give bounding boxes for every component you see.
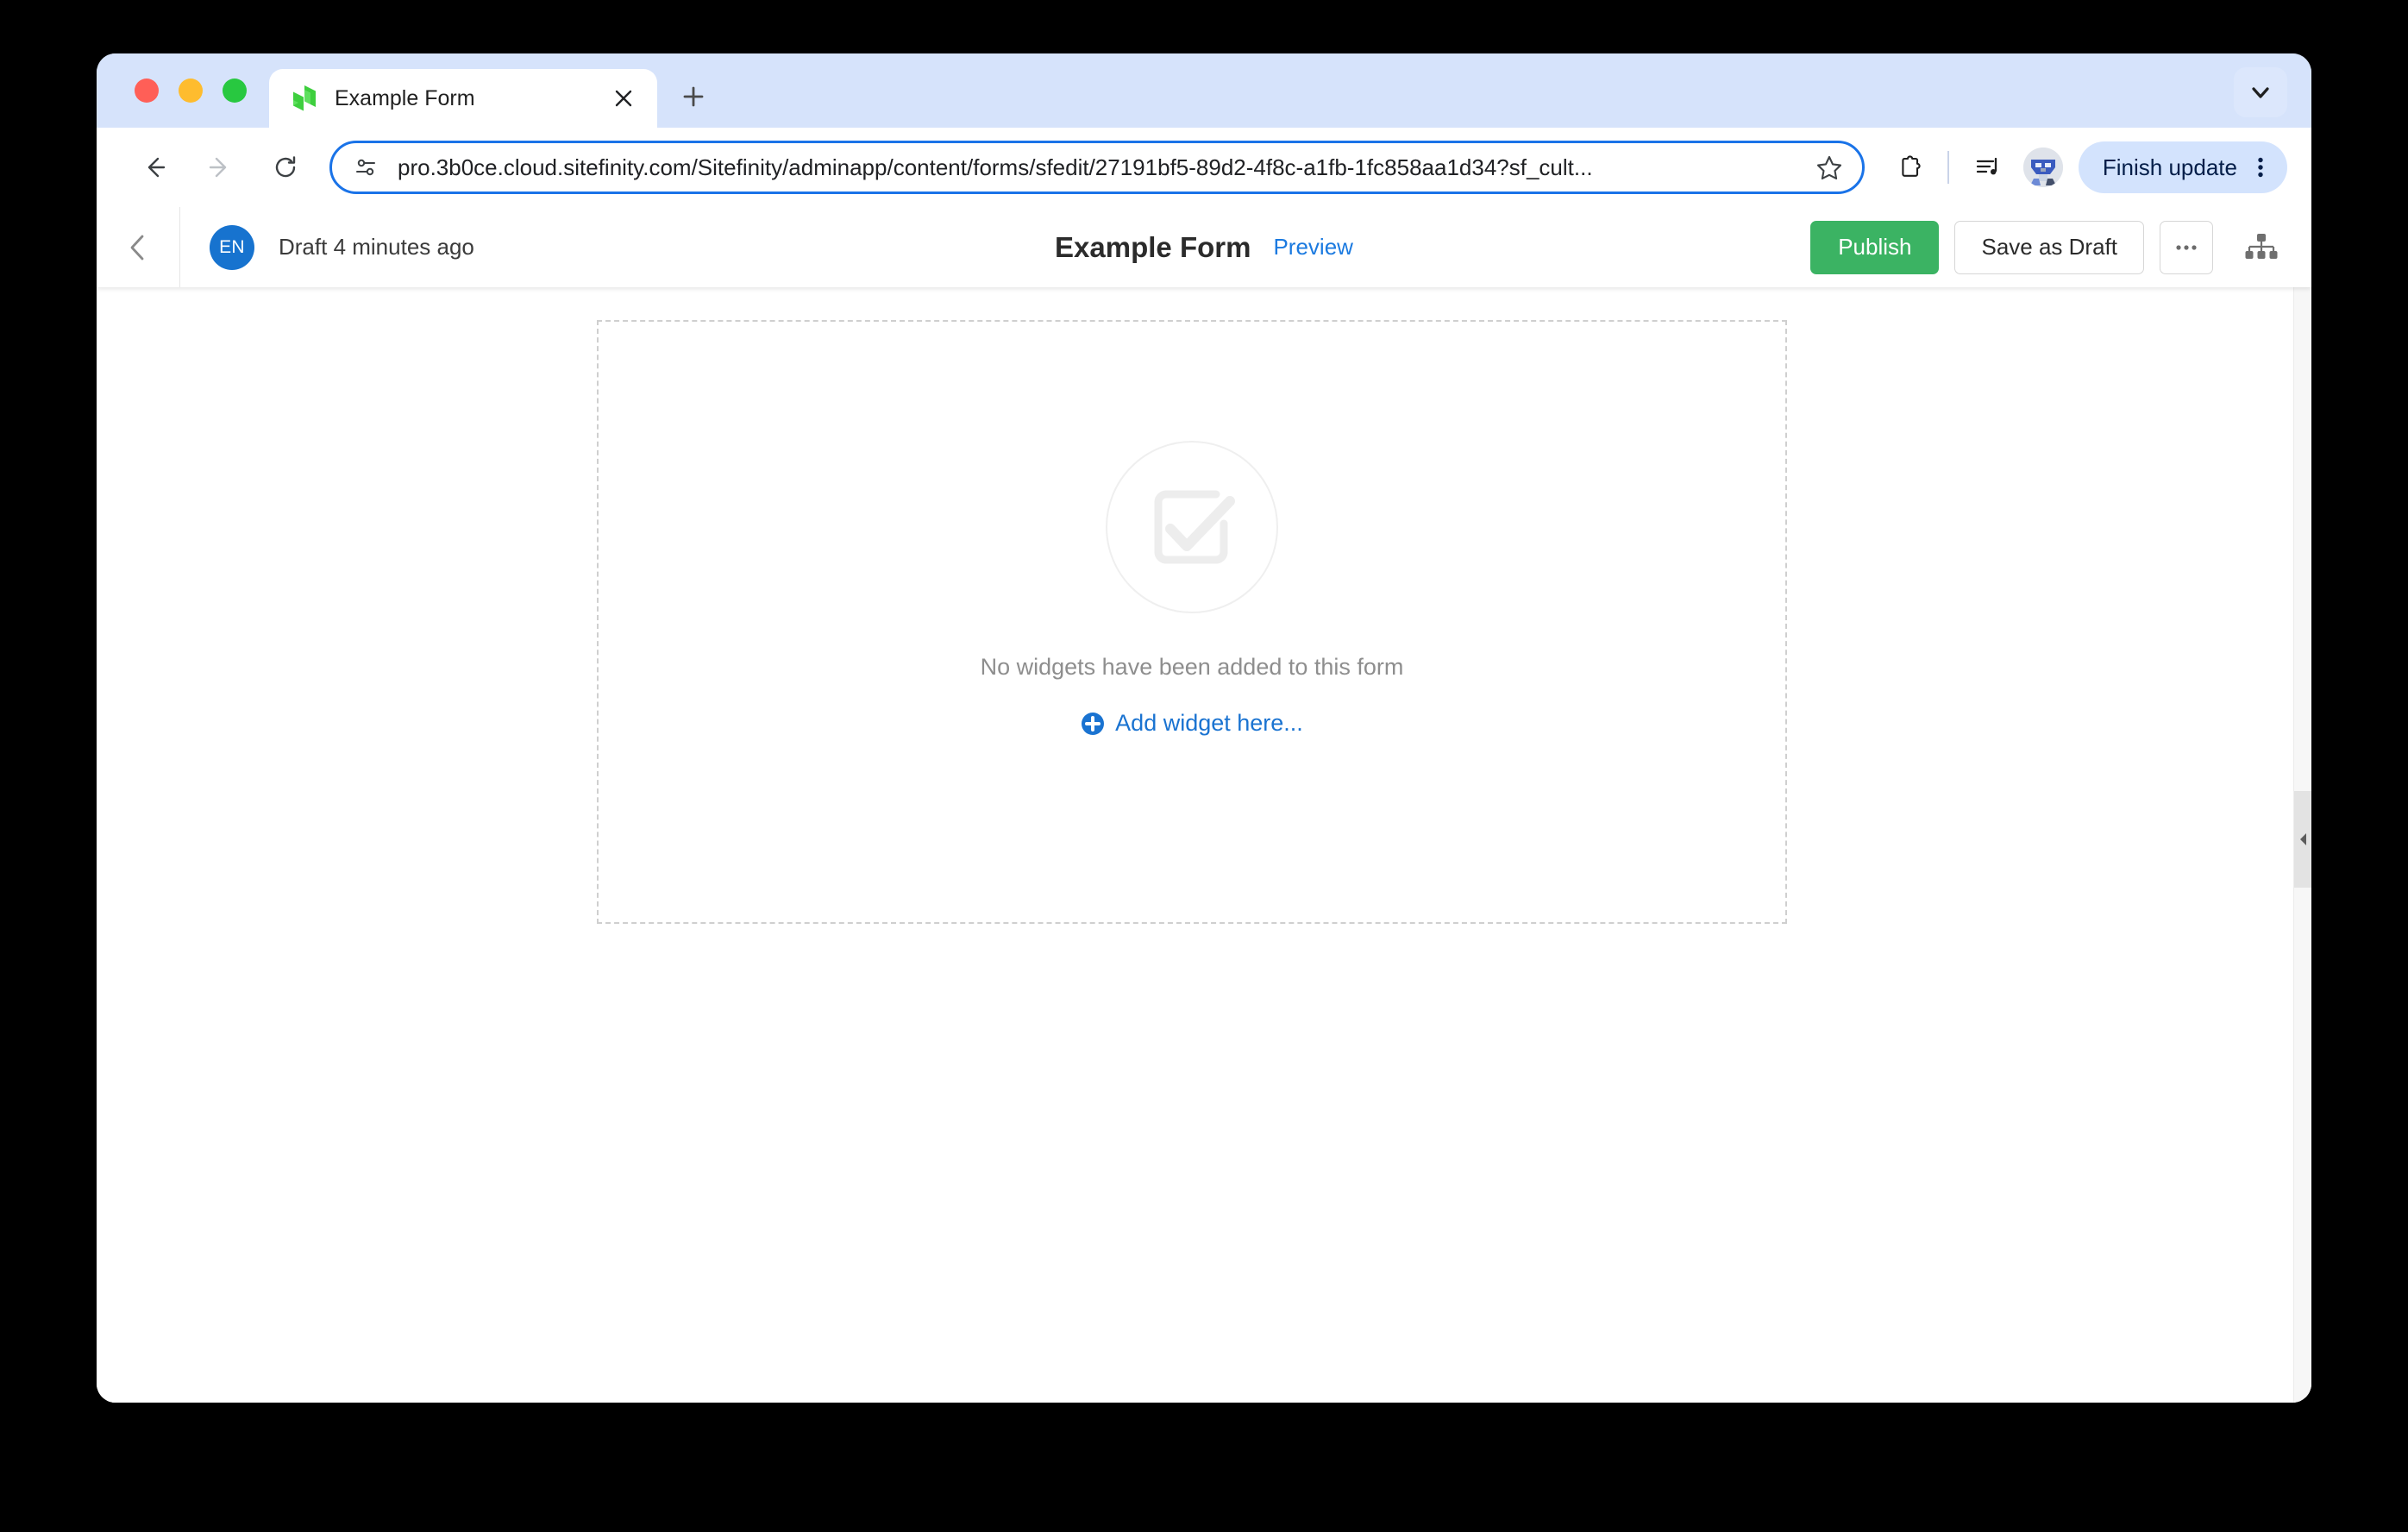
- add-widget-label: Add widget here...: [1115, 710, 1303, 736]
- tab-search-button[interactable]: [2234, 67, 2287, 117]
- window-traffic-lights: [97, 53, 269, 128]
- close-window-button[interactable]: [135, 78, 159, 103]
- finish-update-button[interactable]: Finish update: [2078, 141, 2287, 193]
- browser-tab[interactable]: Example Form: [269, 69, 657, 128]
- save-as-draft-button[interactable]: Save as Draft: [1954, 220, 2144, 274]
- url-text[interactable]: pro.3b0ce.cloud.sitefinity.com/Sitefinit…: [398, 154, 1800, 181]
- widget-drop-zone[interactable]: No widgets have been added to this form …: [597, 320, 1787, 924]
- back-chevron-icon[interactable]: [97, 207, 180, 287]
- tab-title: Example Form: [335, 85, 475, 110]
- extensions-icon[interactable]: [1884, 142, 1934, 192]
- finish-update-label: Finish update: [2102, 154, 2237, 180]
- address-bar[interactable]: pro.3b0ce.cloud.sitefinity.com/Sitefinit…: [329, 141, 1865, 194]
- tab-strip: Example Form: [97, 53, 2311, 128]
- avatar[interactable]: [2022, 148, 2063, 187]
- browser-toolbar: pro.3b0ce.cloud.sitefinity.com/Sitefinit…: [97, 128, 2311, 207]
- empty-state-message: No widgets have been added to this form: [980, 654, 1404, 680]
- browser-menu-icon[interactable]: [2246, 153, 2275, 182]
- header-actions: Publish Save as Draft: [1810, 220, 2311, 274]
- open-right-panel-button[interactable]: [2294, 791, 2311, 888]
- sitemap-icon[interactable]: [2237, 223, 2286, 272]
- zoom-window-button[interactable]: [223, 78, 247, 103]
- more-options-button[interactable]: [2160, 220, 2213, 274]
- new-tab-button[interactable]: [669, 72, 718, 121]
- language-badge[interactable]: EN: [210, 224, 254, 270]
- form-canvas: No widgets have been added to this form …: [97, 287, 2311, 1403]
- checkbox-checked-icon: [1106, 441, 1278, 613]
- bookmark-star-icon[interactable]: [1815, 154, 1843, 181]
- toolbar-divider: [1947, 151, 1949, 184]
- preview-link[interactable]: Preview: [1273, 234, 1352, 261]
- forward-icon[interactable]: [193, 141, 247, 194]
- close-icon[interactable]: [607, 82, 640, 115]
- browser-window: Example Form pro.3b0ce.cloud.sitefinity.…: [97, 53, 2311, 1403]
- draft-status: Draft 4 minutes ago: [279, 234, 474, 260]
- plus-circle-icon: [1081, 712, 1105, 736]
- media-control-icon[interactable]: [1963, 142, 2013, 192]
- reload-icon[interactable]: [259, 141, 312, 194]
- app-header: EN Draft 4 minutes ago Example Form Prev…: [97, 207, 2311, 287]
- page-viewport: EN Draft 4 minutes ago Example Form Prev…: [97, 207, 2311, 1403]
- right-panel-rail: [2293, 287, 2311, 1403]
- back-icon[interactable]: [128, 141, 181, 194]
- publish-button[interactable]: Publish: [1810, 220, 1940, 274]
- add-widget-button[interactable]: Add widget here...: [1081, 710, 1303, 737]
- site-settings-icon[interactable]: [353, 154, 379, 180]
- page-title: Example Form: [1055, 230, 1251, 263]
- minimize-window-button[interactable]: [179, 78, 203, 103]
- sitefinity-logo-icon: [290, 84, 319, 113]
